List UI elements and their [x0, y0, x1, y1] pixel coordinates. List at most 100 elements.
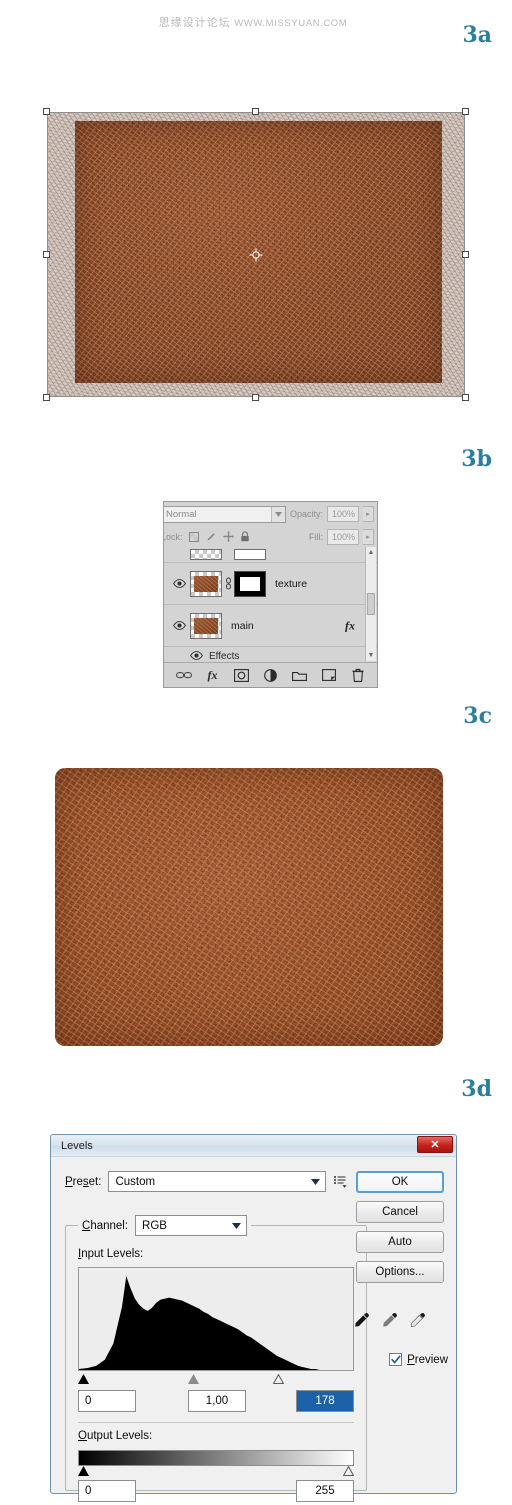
- set-gray-point-eyedropper[interactable]: [380, 1311, 400, 1334]
- chevron-down-icon[interactable]: [307, 1173, 325, 1190]
- set-black-point-eyedropper[interactable]: [352, 1311, 372, 1334]
- step-label-3d: 3d: [461, 1076, 492, 1102]
- layers-scrollbar[interactable]: ▲ ▼: [365, 547, 376, 661]
- eye-icon[interactable]: [168, 579, 190, 588]
- table-row[interactable]: main fx: [164, 605, 377, 647]
- input-levels-slider[interactable]: [78, 1372, 354, 1386]
- output-white-field[interactable]: 255: [296, 1480, 354, 1502]
- dialog-button-column: OK Cancel Auto Options...: [356, 1171, 444, 1291]
- layers-panel-lock-row: Lock: Fill: 100% ▸: [164, 526, 377, 547]
- fill-label: Fill:: [309, 531, 323, 542]
- transform-handle-bottom-right[interactable]: [462, 394, 469, 401]
- watermark: 思缘设计论坛 WWW.MISSYUAN.COM: [0, 14, 512, 30]
- fx-icon[interactable]: fx: [205, 668, 221, 683]
- layer-name[interactable]: texture: [275, 578, 307, 590]
- lock-transparency-icon[interactable]: [189, 531, 200, 542]
- fx-icon[interactable]: fx: [345, 618, 355, 633]
- close-icon[interactable]: ✕: [417, 1136, 453, 1153]
- input-white-point-slider[interactable]: [272, 1373, 285, 1384]
- lock-all-icon[interactable]: [240, 531, 251, 542]
- preview-row[interactable]: Preview: [389, 1353, 448, 1366]
- layer-row-partial[interactable]: [164, 547, 377, 563]
- fill-stepper[interactable]: ▸: [363, 528, 374, 545]
- divider: [78, 1422, 354, 1423]
- layer-name[interactable]: main: [231, 620, 254, 632]
- preview-checkbox[interactable]: [389, 1353, 403, 1366]
- scrollbar-thumb[interactable]: [367, 593, 375, 615]
- layer-mask-thumbnail[interactable]: [234, 549, 266, 560]
- levels-group-box: Channel: RGB Input Levels: 0 1,00 178 Ou…: [65, 1215, 367, 1502]
- output-black-field[interactable]: 0: [78, 1480, 136, 1502]
- transform-handle-middle-left[interactable]: [43, 250, 50, 258]
- layer-thumbnail[interactable]: [190, 612, 222, 639]
- transform-handle-bottom-center[interactable]: [252, 394, 259, 401]
- input-levels-fields: 0 1,00 178: [78, 1390, 354, 1414]
- link-mask-icon[interactable]: [222, 577, 234, 590]
- lock-label: Lock:: [163, 531, 183, 542]
- layers-panel-toolbar[interactable]: fx: [164, 662, 377, 687]
- dialog-titlebar[interactable]: Levels ✕: [51, 1135, 456, 1157]
- delete-layer-icon[interactable]: [350, 668, 366, 683]
- transform-handle-top-right[interactable]: [462, 108, 469, 115]
- auto-button[interactable]: Auto: [356, 1231, 444, 1253]
- add-mask-icon[interactable]: [234, 668, 250, 683]
- page-title: Levels: [61, 1139, 93, 1152]
- cancel-button[interactable]: Cancel: [356, 1201, 444, 1223]
- output-levels-slider[interactable]: [78, 1465, 356, 1478]
- histogram-plot: [79, 1276, 353, 1370]
- options-button[interactable]: Options...: [356, 1261, 444, 1283]
- input-black-field[interactable]: 0: [78, 1390, 136, 1412]
- fill-value[interactable]: 100%: [327, 528, 359, 545]
- new-group-icon[interactable]: [292, 668, 308, 683]
- transform-handle-middle-right[interactable]: [462, 250, 469, 258]
- output-levels-label: Output Levels:: [78, 1430, 153, 1442]
- new-layer-icon[interactable]: [321, 668, 337, 683]
- transform-reference-point-icon[interactable]: [249, 248, 263, 262]
- output-black-point-slider[interactable]: [78, 1466, 89, 1476]
- channel-value: RGB: [142, 1219, 167, 1232]
- scroll-down-icon[interactable]: ▼: [368, 652, 375, 659]
- layer-effects-row[interactable]: Effects: [164, 647, 377, 661]
- input-black-point-slider[interactable]: [78, 1374, 89, 1384]
- opacity-stepper[interactable]: ▸: [363, 506, 374, 522]
- opacity-value[interactable]: 100%: [327, 506, 359, 522]
- input-gamma-slider[interactable]: [188, 1374, 199, 1384]
- effects-label: Effects: [209, 651, 240, 661]
- ok-button[interactable]: OK: [356, 1171, 444, 1193]
- channel-select[interactable]: RGB: [135, 1215, 248, 1236]
- step-label-3b: 3b: [461, 446, 492, 472]
- output-white-point-slider[interactable]: [342, 1465, 355, 1476]
- preset-options-menu-icon[interactable]: [333, 1174, 348, 1189]
- layer-list[interactable]: texture main fx Effects: [164, 547, 377, 661]
- layer-thumbnail[interactable]: [190, 549, 222, 560]
- layer-thumbnail[interactable]: [190, 570, 222, 597]
- eye-icon[interactable]: [168, 621, 190, 630]
- output-levels-ramp: [78, 1450, 354, 1466]
- transform-handle-top-left[interactable]: [43, 108, 50, 115]
- layers-panel-blend-row: Normal Opacity: 100% ▸: [164, 502, 377, 526]
- input-gamma-field[interactable]: 1,00: [188, 1390, 246, 1412]
- preset-select[interactable]: Custom: [108, 1171, 327, 1192]
- table-row[interactable]: texture: [164, 563, 377, 605]
- eyedropper-row: [352, 1311, 448, 1334]
- set-white-point-eyedropper[interactable]: [408, 1311, 428, 1334]
- blend-mode-value: Normal: [166, 508, 197, 520]
- lock-image-pixels-icon[interactable]: [206, 531, 217, 542]
- eye-icon[interactable]: [190, 651, 203, 661]
- transform-handle-top-center[interactable]: [252, 108, 259, 115]
- scroll-up-icon[interactable]: ▲: [368, 549, 375, 556]
- step-label-3c: 3c: [463, 703, 492, 729]
- link-icon[interactable]: [175, 668, 192, 683]
- transform-handle-bottom-left[interactable]: [43, 394, 50, 401]
- blend-mode-select[interactable]: Normal: [164, 505, 286, 523]
- chevron-down-icon[interactable]: [228, 1217, 246, 1234]
- levels-dialog[interactable]: Levels ✕ Preset: Custom Channel: RGB Inp…: [50, 1134, 457, 1502]
- layer-mask-thumbnail[interactable]: [234, 570, 266, 597]
- transform-canvas[interactable]: [43, 108, 469, 401]
- watermark-url: WWW.MISSYUAN.COM: [234, 18, 348, 29]
- layers-panel[interactable]: Normal Opacity: 100% ▸ Lock: Fill: 100% …: [163, 501, 378, 688]
- chevron-down-icon[interactable]: [270, 506, 285, 522]
- adjustment-layer-icon[interactable]: [263, 668, 279, 683]
- input-white-field[interactable]: 178: [296, 1390, 354, 1412]
- lock-position-icon[interactable]: [222, 531, 234, 542]
